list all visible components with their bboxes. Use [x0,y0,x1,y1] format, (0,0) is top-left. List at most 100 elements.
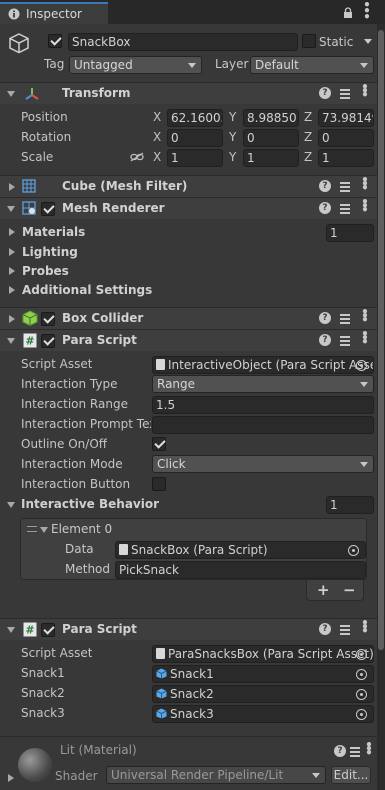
preset-icon[interactable] [339,334,351,346]
snack3-field[interactable]: Snack3 [152,705,374,723]
help-icon[interactable]: ? [319,180,331,192]
pos-z-label[interactable]: Z [304,110,312,124]
help-icon[interactable]: ? [319,312,331,324]
interaction-button-checkbox[interactable] [152,477,166,491]
scale-x-label[interactable]: X [153,150,161,164]
preset-icon[interactable] [339,623,351,635]
context-menu-icon[interactable]: • • • [359,306,371,326]
fold-arrow-icon[interactable] [7,206,15,212]
interactive-behavior-fold-icon[interactable] [7,502,15,508]
outline-checkbox[interactable] [152,437,166,451]
probes-fold-icon[interactable] [9,267,15,275]
static-checkbox[interactable] [302,34,316,48]
scrollbar-thumb[interactable] [378,30,384,650]
context-menu-icon[interactable]: • • • [359,617,371,637]
rot-y-field[interactable]: 0 [243,129,299,147]
context-menu-icon[interactable]: • • • [364,739,374,759]
object-picker-icon[interactable] [356,360,367,371]
layer-dropdown[interactable]: Default [250,56,374,74]
lighting-fold-icon[interactable] [9,248,15,256]
interaction-type-dropdown[interactable]: Range [152,375,374,393]
add-element-button[interactable]: + [317,581,330,599]
pos-x-field[interactable]: 62.16003 [167,109,223,127]
mesh-renderer-enabled-checkbox[interactable] [41,202,55,216]
lighting-label[interactable]: Lighting [22,245,78,259]
fold-arrow-icon[interactable] [7,338,15,344]
rot-z-label[interactable]: Z [304,130,312,144]
help-icon[interactable]: ? [334,745,346,757]
interaction-range-field[interactable]: 1.5 [152,396,374,414]
box-collider-header[interactable]: Box Collider ? • • • [0,306,377,329]
para-script-1-enabled-checkbox[interactable] [41,334,55,348]
script-asset-field[interactable]: InteractiveObject (Para Script Asset) [152,356,374,374]
para-script-2-enabled-checkbox[interactable] [41,623,55,637]
material-fold-icon[interactable] [8,774,14,782]
help-icon[interactable]: ? [319,87,331,99]
active-checkbox[interactable] [48,34,62,48]
remove-element-button[interactable]: − [343,581,356,599]
object-picker-icon[interactable] [356,649,367,660]
additional-settings-label[interactable]: Additional Settings [22,283,152,297]
materials-label[interactable]: Materials [22,225,85,239]
materials-fold-icon[interactable] [9,228,15,236]
interactive-behavior-label[interactable]: Interactive Behavior [21,497,159,511]
context-menu-icon[interactable]: • • • [359,328,371,348]
shader-dropdown[interactable]: Universal Render Pipeline/Lit [106,766,326,784]
mesh-renderer-header[interactable]: Mesh Renderer ? • • • [0,196,377,219]
snack2-field[interactable]: Snack2 [152,685,374,703]
context-menu-icon[interactable]: • • • [359,81,371,101]
rot-x-label[interactable]: X [153,130,161,144]
tag-dropdown[interactable]: Untagged [69,56,202,74]
help-icon[interactable]: ? [319,334,331,346]
context-menu-icon[interactable]: • • • [359,196,371,216]
para-script-1-header[interactable]: # Para Script ? • • • [0,328,377,351]
object-picker-icon[interactable] [356,689,367,700]
object-picker-icon[interactable] [356,669,367,680]
rot-y-label[interactable]: Y [229,130,236,144]
para-script-2-header[interactable]: # Para Script ? • • • [0,617,377,640]
pos-y-field[interactable]: 8.988501 [243,109,299,127]
object-picker-icon[interactable] [348,545,359,556]
preset-icon[interactable] [339,202,351,214]
context-menu-icon[interactable]: • • • [359,174,371,194]
fold-arrow-icon[interactable] [9,183,15,191]
lock-icon[interactable] [343,7,353,19]
materials-count-field[interactable]: 1 [326,224,374,242]
static-dropdown-icon[interactable] [364,39,372,44]
element-0-label[interactable]: Element 0 [51,522,112,536]
pos-z-field[interactable]: 73.98149 [318,109,374,127]
tab-menu-icon[interactable]: • • • [362,0,372,23]
drag-handle-icon[interactable] [27,526,37,532]
fold-arrow-icon[interactable] [7,627,15,633]
data-field[interactable]: SnackBox (Para Script) [115,541,366,559]
object-picker-icon[interactable] [356,709,367,720]
rot-z-field[interactable]: 0 [318,129,374,147]
object-name-field[interactable]: SnackBox [68,33,298,51]
preset-icon[interactable] [349,745,361,757]
preset-icon[interactable] [339,180,351,192]
transform-header[interactable]: Transform ? • • • [0,81,377,104]
pos-y-label[interactable]: Y [229,110,236,124]
edit-shader-button[interactable]: Edit... [331,766,371,784]
probes-label[interactable]: Probes [22,264,69,278]
help-icon[interactable]: ? [319,202,331,214]
scale-z-field[interactable]: 1 [318,149,374,167]
scale-y-label[interactable]: Y [229,150,236,164]
scale-z-label[interactable]: Z [304,150,312,164]
fold-arrow-icon[interactable] [9,315,15,323]
preset-icon[interactable] [339,87,351,99]
mesh-filter-header[interactable]: Cube (Mesh Filter) ? • • • [0,174,377,197]
scale-y-field[interactable]: 1 [243,149,299,167]
interaction-prompt-field[interactable] [152,416,374,434]
box-collider-enabled-checkbox[interactable] [41,312,55,326]
rot-x-field[interactable]: 0 [167,129,223,147]
interaction-mode-dropdown[interactable]: Click [152,455,374,473]
script-asset-2-field[interactable]: ParaSnacksBox (Para Script Asset) [152,645,374,663]
interactive-behavior-count-field[interactable]: 1 [326,496,374,514]
pos-x-label[interactable]: X [153,110,161,124]
additional-settings-fold-icon[interactable] [9,286,15,294]
scale-x-field[interactable]: 1 [167,149,223,167]
constrain-proportions-icon[interactable] [130,152,144,162]
tab-inspector[interactable]: Inspector [0,2,108,24]
fold-arrow-icon[interactable] [7,91,15,97]
